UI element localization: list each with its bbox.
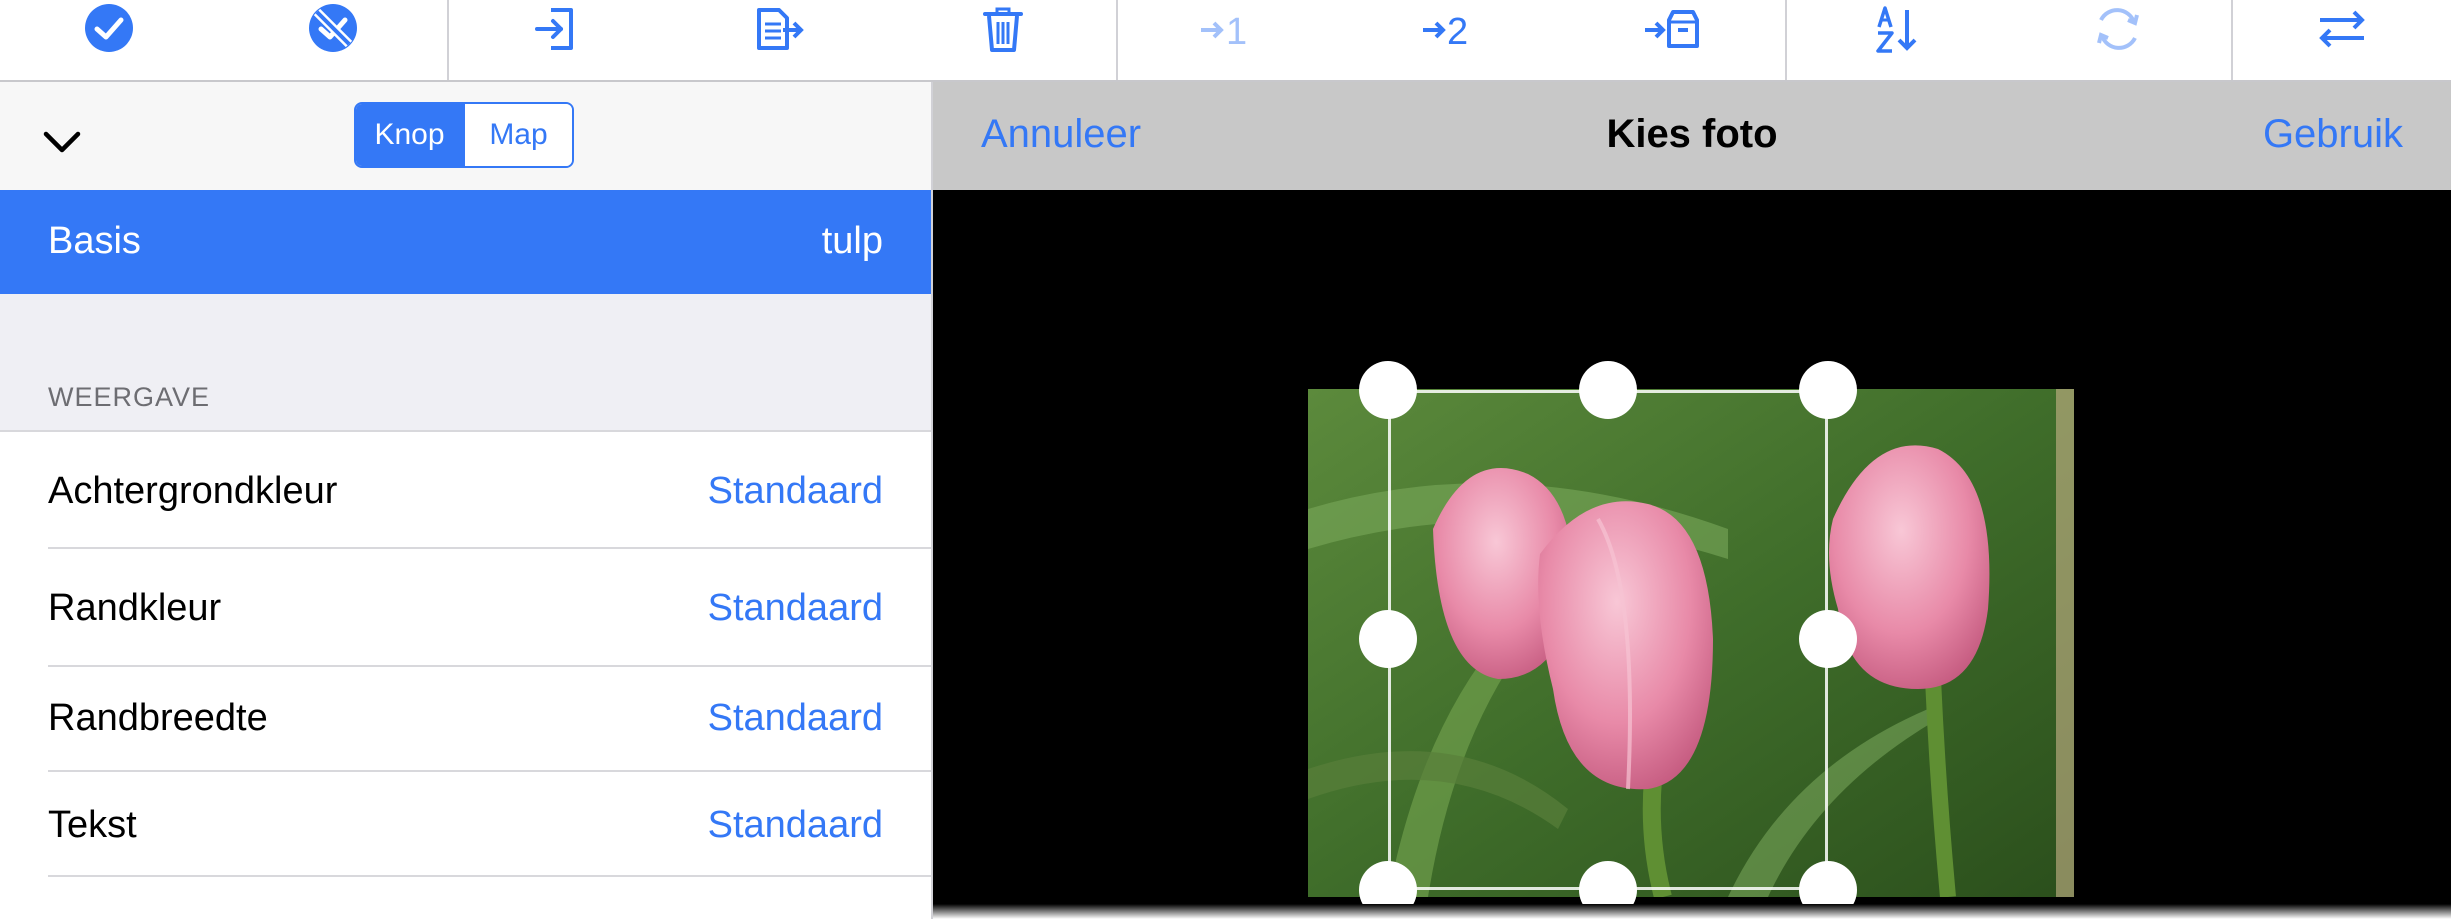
row-tekst[interactable]: Tekst Standaard [0, 772, 931, 876]
svg-text:2: 2 [1447, 11, 1468, 53]
delete-button[interactable] [948, 0, 1058, 60]
svg-text:1: 1 [1226, 11, 1247, 53]
row-value: Standaard [707, 470, 883, 512]
select-all-button[interactable] [54, 0, 164, 60]
toolbar-separator [1785, 0, 1787, 80]
section-title: WEERGAVE [48, 382, 211, 412]
row-label: Randbreedte [48, 697, 268, 739]
panel-header: Knop Map [0, 82, 931, 190]
move-to-2-icon: 2 [1423, 11, 1468, 53]
checkmark-circle-icon [85, 4, 133, 52]
type-segmented-control: Knop Map [354, 102, 574, 168]
photo-picker: Kies foto Annuleer Gebruik [933, 82, 2451, 919]
row-randbreedte[interactable]: Randbreedte Standaard [0, 667, 931, 771]
crop-handle-top[interactable] [1579, 361, 1637, 419]
swap-icon [2319, 10, 2365, 48]
toolbar-separator [1116, 0, 1118, 80]
toolbar-separator [2231, 0, 2233, 80]
move-to-2-button[interactable]: 2 [1394, 0, 1504, 60]
import-button[interactable] [500, 0, 610, 60]
swap-button[interactable] [2287, 0, 2397, 60]
import-icon [535, 8, 573, 50]
row-label-partial [48, 889, 59, 919]
refresh-button[interactable] [2063, 0, 2173, 60]
row-partial [0, 877, 931, 919]
export-list-icon [757, 8, 804, 50]
row-value: Standaard [707, 804, 883, 846]
segment-map[interactable]: Map [463, 104, 572, 166]
chevron-down-icon[interactable] [40, 120, 84, 164]
row-achtergrondkleur[interactable]: Achtergrondkleur Standaard [0, 432, 931, 548]
selected-row-basis[interactable]: Basis tulp [0, 190, 931, 294]
export-list-button[interactable] [724, 0, 834, 60]
move-to-1-button[interactable]: 1 [1170, 0, 1280, 60]
cancel-button[interactable]: Annuleer [981, 112, 1141, 157]
crop-handle-left[interactable] [1359, 610, 1417, 668]
picker-navbar: Kies foto Annuleer Gebruik [933, 82, 2451, 190]
row-label: Basis [48, 220, 141, 262]
crop-frame[interactable] [1388, 390, 1828, 890]
toolbar-separator [447, 0, 449, 80]
sort-button[interactable] [1840, 0, 1950, 60]
refresh-icon [2097, 8, 2139, 50]
row-label: Tekst [48, 804, 137, 846]
sort-az-icon [1876, 6, 1917, 53]
move-to-archive-icon [1645, 10, 1699, 48]
settings-panel: Knop Map Basis tulp WEERGAVE Achtergrond… [0, 82, 933, 919]
toolbar: 1 2 [0, 0, 2451, 82]
crop-handle-top-right[interactable] [1799, 361, 1857, 419]
use-button[interactable]: Gebruik [2263, 112, 2403, 157]
segment-knop[interactable]: Knop [356, 104, 463, 166]
row-label: Randkleur [48, 587, 222, 629]
row-randkleur[interactable]: Randkleur Standaard [0, 549, 931, 665]
crop-handle-right[interactable] [1799, 610, 1857, 668]
move-to-1-icon: 1 [1201, 11, 1247, 53]
bottom-edge [933, 904, 2451, 919]
row-label: Achtergrondkleur [48, 470, 338, 512]
move-to-archive-button[interactable] [1618, 0, 1728, 60]
deselect-circle-icon [309, 4, 357, 52]
trash-icon [983, 7, 1023, 52]
picker-title: Kies foto [1606, 112, 1778, 156]
row-value: Standaard [707, 697, 883, 739]
row-value: tulp [821, 220, 883, 262]
crop-handle-top-left[interactable] [1359, 361, 1417, 419]
row-value: Standaard [707, 587, 883, 629]
deselect-all-button[interactable] [278, 0, 388, 60]
